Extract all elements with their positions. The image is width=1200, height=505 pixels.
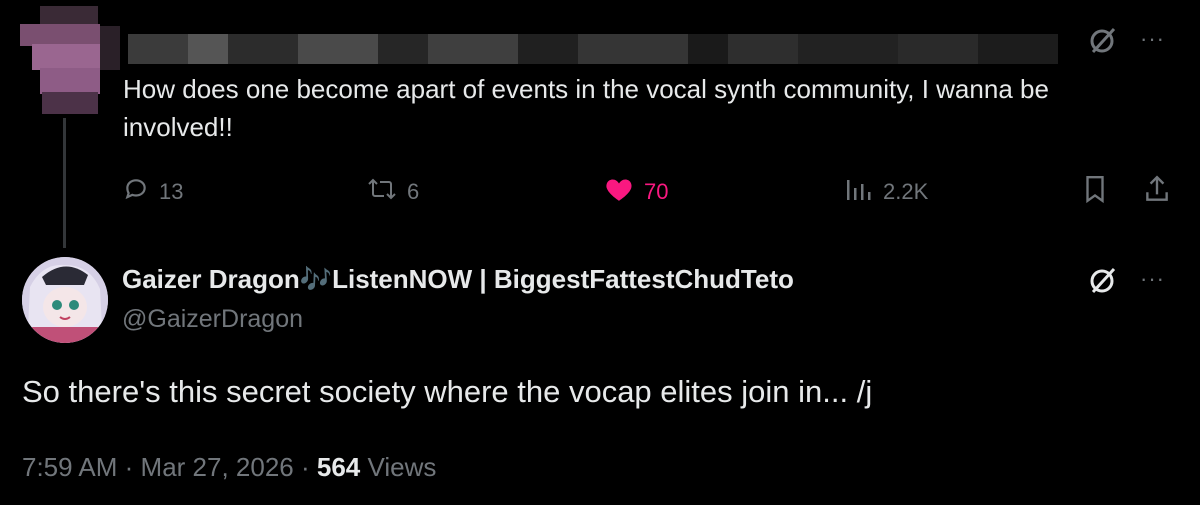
like-button[interactable]: 70	[604, 172, 668, 212]
tweet-date[interactable]: Mar 27, 2026	[141, 452, 294, 482]
more-icon[interactable]: ···	[1140, 26, 1165, 52]
action-bar: 13 6 70 2.2K	[0, 172, 1200, 212]
tweet-time[interactable]: 7:59 AM	[22, 452, 117, 482]
share-icon	[1143, 174, 1171, 210]
grok-icon[interactable]	[1087, 264, 1119, 296]
tweet-meta: 7:59 AM · Mar 27, 2026 · 564 Views	[22, 452, 436, 483]
views-button[interactable]: 2.2K	[845, 172, 928, 212]
bookmark-button[interactable]	[1082, 172, 1108, 212]
reply-tweet-text: So there's this secret society where the…	[22, 374, 873, 409]
redacted-parent-avatar[interactable]	[2, 6, 120, 116]
bookmark-icon	[1082, 174, 1108, 210]
parent-tweet-text: How does one become apart of events in t…	[123, 74, 1049, 142]
repost-count: 6	[407, 179, 420, 204]
grok-icon[interactable]	[1087, 24, 1119, 56]
views-count: 2.2K	[883, 179, 929, 204]
repost-icon	[367, 176, 397, 208]
share-button[interactable]	[1143, 172, 1171, 212]
reply-avatar[interactable]	[22, 257, 108, 343]
separator: ·	[300, 452, 317, 482]
heart-icon	[604, 176, 634, 208]
reply-button[interactable]: 13	[123, 172, 183, 212]
separator: ·	[124, 452, 141, 482]
analytics-icon	[845, 176, 873, 208]
views-label: Views	[367, 452, 437, 482]
more-icon[interactable]: ···	[1140, 266, 1165, 292]
redacted-parent-name	[128, 34, 1058, 64]
reply-count: 13	[159, 179, 184, 204]
repost-button[interactable]: 6	[367, 172, 419, 212]
views-count: 564	[316, 452, 361, 482]
like-count: 70	[644, 179, 669, 204]
display-name[interactable]: Gaizer Dragon🎶ListenNOW | BiggestFattest…	[122, 264, 794, 295]
reply-icon	[123, 176, 149, 208]
user-handle[interactable]: @GaizerDragon	[122, 305, 303, 334]
